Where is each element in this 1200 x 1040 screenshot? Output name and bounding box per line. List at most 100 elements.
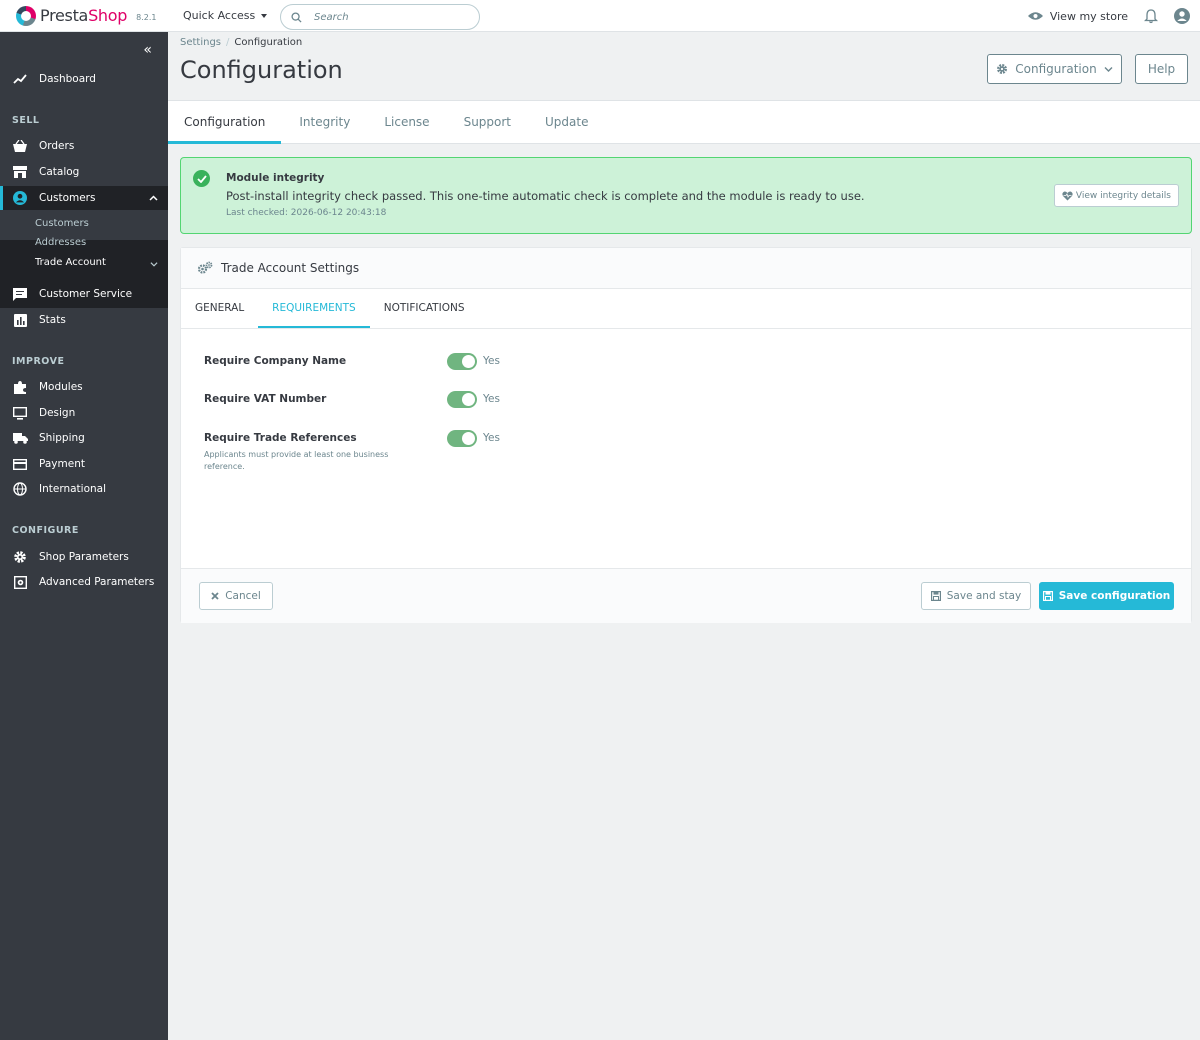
tab-integrity[interactable]: Integrity	[283, 101, 366, 144]
require-vat-number-toggle[interactable]	[447, 391, 477, 408]
panel-footer: Cancel Save and stay Save configuration	[181, 568, 1191, 623]
chevron-up-icon	[149, 192, 158, 204]
help-button[interactable]: Help	[1135, 54, 1188, 84]
eye-icon	[1027, 12, 1043, 20]
trending-up-icon	[12, 71, 28, 87]
cancel-button[interactable]: Cancel	[199, 582, 273, 610]
chat-icon	[12, 286, 28, 302]
sidebar-item-modules[interactable]: Modules	[0, 375, 168, 399]
sidebar-item-label: Payment	[39, 458, 85, 470]
cancel-label: Cancel	[225, 590, 261, 602]
sidebar-item-label: Shipping	[39, 432, 85, 444]
gear-icon	[997, 64, 1008, 74]
search-icon	[291, 11, 302, 23]
truck-icon	[12, 430, 28, 446]
view-integrity-details-button[interactable]: View integrity details	[1053, 184, 1179, 207]
configuration-button-label: Configuration	[1015, 62, 1097, 76]
notification-bell-icon[interactable]	[1144, 8, 1158, 24]
sidebar-nav: « Dashboard SELL Orders Catalog Customer…	[0, 32, 168, 1040]
require-trade-references-label: Require Trade References	[204, 432, 357, 444]
search-input[interactable]	[314, 11, 464, 23]
sidebar-item-advanced-parameters[interactable]: Advanced Parameters	[0, 570, 168, 594]
sidebar-item-label: Catalog	[39, 166, 80, 178]
configuration-dropdown-button[interactable]: Configuration	[987, 54, 1122, 84]
chevron-down-icon	[1104, 67, 1113, 72]
caret-down-icon	[261, 13, 268, 18]
save-configuration-button[interactable]: Save configuration	[1039, 582, 1174, 610]
account-circle-icon	[12, 190, 28, 206]
panel-header: Trade Account Settings	[181, 248, 1191, 289]
page-title: Configuration	[180, 56, 343, 84]
top-header: PrestaShop 8.2.1 Quick Access View my st…	[0, 0, 1200, 32]
brand-name-pre: Presta	[40, 6, 89, 25]
require-company-name-toggle[interactable]	[447, 353, 477, 370]
sidebar-item-design[interactable]: Design	[0, 401, 168, 425]
globe-icon	[12, 481, 28, 497]
subtab-notifications[interactable]: NOTIFICATIONS	[370, 289, 479, 328]
sidebar-item-dashboard[interactable]: Dashboard	[0, 67, 168, 91]
submenu-item-addresses[interactable]: Addresses	[35, 237, 86, 248]
require-trade-references-value: Yes	[483, 432, 500, 444]
collapse-sidebar-icon[interactable]: «	[143, 42, 152, 58]
puzzle-icon	[12, 379, 28, 395]
module-integrity-alert: Module integrity Post-install integrity …	[180, 157, 1192, 234]
sidebar-item-label: Orders	[39, 140, 75, 152]
settings-subtabs: GENERAL REQUIREMENTS NOTIFICATIONS	[181, 289, 1191, 329]
cogs-icon	[197, 261, 213, 274]
sidebar-item-label: Customer Service	[39, 288, 133, 300]
alert-message: Post-install integrity check passed. Thi…	[226, 189, 865, 203]
sidebar-item-label: Shop Parameters	[39, 551, 129, 563]
breadcrumb-parent[interactable]: Settings	[180, 37, 221, 48]
save-icon	[930, 591, 941, 601]
submenu-item-customers[interactable]: Customers	[35, 218, 89, 229]
tab-license[interactable]: License	[368, 101, 445, 144]
tab-configuration[interactable]: Configuration	[168, 101, 282, 144]
prestashop-logo[interactable]: PrestaShop 8.2.1	[0, 0, 168, 32]
chevron-down-icon	[150, 257, 158, 270]
sidebar-item-customers[interactable]: Customers	[0, 186, 168, 210]
save-icon	[1042, 591, 1053, 601]
save-configuration-label: Save configuration	[1058, 590, 1171, 602]
sidebar-item-orders[interactable]: Orders	[0, 134, 168, 158]
tab-support[interactable]: Support	[448, 101, 527, 144]
require-company-name-label: Require Company Name	[204, 355, 347, 367]
breadcrumb: Settings / Configuration	[180, 37, 302, 48]
save-and-stay-button[interactable]: Save and stay	[921, 582, 1031, 610]
view-integrity-details-label: View integrity details	[1075, 190, 1171, 201]
save-and-stay-label: Save and stay	[946, 590, 1022, 602]
require-trade-references-toggle[interactable]	[447, 430, 477, 447]
sidebar-item-label: Customers	[39, 192, 96, 204]
subtab-requirements[interactable]: REQUIREMENTS	[258, 289, 370, 328]
require-trade-references-help: Applicants must provide at least one bus…	[204, 450, 389, 471]
check-circle-icon	[193, 170, 210, 187]
module-tabs: Configuration Integrity License Support …	[168, 100, 1200, 144]
submenu-item-trade-account[interactable]: Trade Account	[35, 257, 106, 268]
trade-account-settings-panel: Trade Account Settings GENERAL REQUIREME…	[180, 247, 1192, 623]
sidebar-item-customer-service[interactable]: Customer Service	[0, 282, 168, 306]
sidebar-item-international[interactable]: International	[0, 477, 168, 501]
user-account-icon[interactable]	[1174, 8, 1190, 24]
breadcrumb-separator: /	[226, 37, 230, 48]
bar-chart-icon	[12, 312, 28, 328]
subtab-general[interactable]: GENERAL	[181, 289, 258, 328]
shopping-basket-icon	[12, 138, 28, 154]
sidebar-item-label: Dashboard	[39, 73, 96, 85]
tab-update[interactable]: Update	[529, 101, 604, 144]
sidebar-item-payment[interactable]: Payment	[0, 452, 168, 476]
alert-title: Module integrity	[226, 172, 325, 184]
view-store-link[interactable]: View my store	[1027, 9, 1128, 23]
sidebar-item-shipping[interactable]: Shipping	[0, 426, 168, 450]
gear-icon	[12, 549, 28, 565]
view-store-label: View my store	[1049, 9, 1128, 23]
credit-card-icon	[12, 456, 28, 472]
sidebar-item-stats[interactable]: Stats	[0, 308, 168, 332]
require-company-name-value: Yes	[483, 355, 500, 367]
sidebar-item-label: Stats	[39, 314, 66, 326]
sidebar-item-shop-parameters[interactable]: Shop Parameters	[0, 545, 168, 569]
prestashop-logo-icon	[16, 5, 36, 26]
sidebar-item-catalog[interactable]: Catalog	[0, 160, 168, 184]
search-box[interactable]	[280, 4, 480, 30]
sidebar-item-label: Modules	[39, 381, 83, 393]
quick-access-dropdown[interactable]: Quick Access	[183, 9, 268, 22]
desktop-icon	[12, 405, 28, 421]
